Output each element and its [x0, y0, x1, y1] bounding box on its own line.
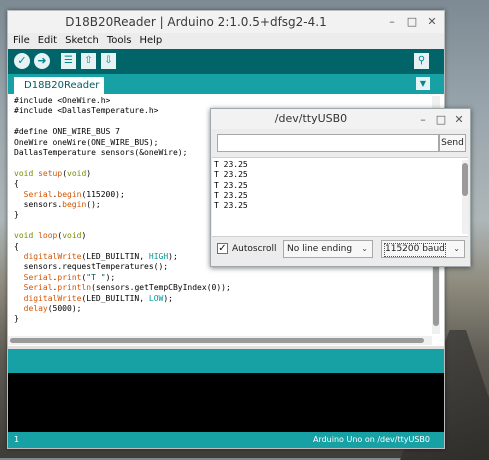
serial-output-scrollbar[interactable]: [462, 160, 468, 234]
menu-bar: File Edit Sketch Tools Help: [8, 33, 444, 49]
menu-edit[interactable]: Edit: [35, 33, 60, 49]
serial-monitor-title: /dev/ttyUSB0: [274, 112, 348, 125]
code-line[interactable]: digitalWrite(LED_BUILTIN, LOW);: [14, 294, 231, 304]
code-line[interactable]: }: [14, 210, 231, 220]
serial-output: T 23.25 T 23.25 T 23.25 T 23.25 T 23.25: [212, 157, 468, 237]
menu-help[interactable]: Help: [136, 33, 165, 49]
menu-sketch[interactable]: Sketch: [62, 33, 102, 49]
code-line[interactable]: sensors.begin();: [14, 200, 231, 210]
code-line[interactable]: sensors.requestTemperatures();: [14, 262, 231, 272]
close-icon[interactable]: ✕: [424, 14, 440, 30]
magnifier-icon: ⚲: [417, 55, 426, 66]
ide-titlebar[interactable]: D18B20Reader | Arduino 2:1.0.5+dfsg2-4.1…: [8, 11, 444, 33]
focus-outline: [384, 243, 446, 257]
code-line[interactable]: #define ONE_WIRE_BUS 7: [14, 127, 231, 137]
code-line[interactable]: digitalWrite(LED_BUILTIN, HIGH);: [14, 252, 231, 262]
chevron-down-icon: ⌄: [453, 244, 460, 253]
code-line[interactable]: [14, 221, 231, 231]
chevron-down-icon: ⌄: [361, 244, 368, 253]
serial-output-line: T 23.25: [214, 190, 248, 200]
status-bar: 1 Arduino Uno on /dev/ttyUSB0: [8, 432, 444, 448]
editor-horizontal-scrollbar[interactable]: [8, 336, 432, 345]
code-line[interactable]: [14, 117, 231, 127]
open-icon: ⇧: [84, 55, 93, 66]
tab-sketch[interactable]: D18B20Reader: [14, 77, 104, 94]
code-line[interactable]: #include <DallasTemperature.h>: [14, 106, 231, 116]
code-line[interactable]: #include <OneWire.h>: [14, 96, 231, 106]
autoscroll-label[interactable]: Autoscroll: [232, 244, 277, 254]
save-icon: ⇩: [104, 55, 113, 66]
tab-menu-button[interactable]: ▼: [416, 77, 430, 90]
ide-window-title: D18B20Reader | Arduino 2:1.0.5+dfsg2-4.1: [65, 15, 327, 29]
code-line[interactable]: }: [14, 314, 231, 324]
minimize-icon[interactable]: –: [415, 112, 431, 128]
line-ending-select[interactable]: No line ending ⌄: [283, 240, 373, 258]
code-line[interactable]: {: [14, 242, 231, 252]
serial-output-line: T 23.25: [214, 201, 248, 211]
verify-button[interactable]: ✓: [14, 53, 30, 69]
send-button[interactable]: Send: [439, 134, 466, 152]
serial-monitor-titlebar[interactable]: /dev/ttyUSB0 – □ ✕: [211, 109, 470, 129]
toolbar: ✓ ➜ ☰ ⇧ ⇩ ⚲: [8, 49, 444, 74]
code-text[interactable]: #include <OneWire.h> #include <DallasTemp…: [14, 96, 231, 325]
maximize-icon[interactable]: □: [404, 14, 420, 30]
minimize-icon[interactable]: –: [384, 14, 400, 30]
serial-monitor-window: /dev/ttyUSB0 – □ ✕ Send T 23.25 T 23.25 T …: [210, 108, 471, 267]
open-button[interactable]: ⇧: [81, 53, 96, 69]
save-button[interactable]: ⇩: [101, 53, 116, 69]
check-icon: ✓: [17, 54, 27, 67]
code-line[interactable]: DallasTemperature sensors(&oneWire);: [14, 148, 231, 158]
serial-output-line: T 23.25: [214, 180, 248, 190]
scrollbar-thumb[interactable]: [10, 338, 424, 343]
serial-output-line: T 23.25: [214, 160, 248, 169]
message-area: [8, 349, 444, 373]
line-ending-value: No line ending: [287, 244, 353, 254]
code-line[interactable]: Serial.print("T ");: [14, 273, 231, 283]
code-line[interactable]: Serial.begin(115200);: [14, 190, 231, 200]
serial-monitor-controls: ✓ Autoscroll No line ending ⌄ 115200 bau…: [211, 238, 470, 262]
serial-output-text: T 23.25 T 23.25 T 23.25 T 23.25 T 23.25: [214, 160, 248, 211]
serial-monitor-button[interactable]: ⚲: [414, 53, 429, 69]
code-line[interactable]: Serial.println(sensors.getTempCByIndex(0…: [14, 283, 231, 293]
autoscroll-checkbox[interactable]: ✓: [217, 243, 228, 254]
tab-bar: D18B20Reader ▼: [8, 74, 444, 94]
arrow-right-icon: ➜: [37, 54, 47, 67]
code-line[interactable]: void setup(void): [14, 169, 231, 179]
triangle-down-icon: ▼: [419, 79, 427, 88]
line-number: 1: [14, 435, 20, 444]
board-port-status: Arduino Uno on /dev/ttyUSB0: [312, 435, 430, 444]
new-button[interactable]: ☰: [61, 53, 76, 69]
close-icon[interactable]: ✕: [451, 112, 467, 128]
menu-file[interactable]: File: [10, 33, 33, 49]
code-line[interactable]: [14, 158, 231, 168]
menu-tools[interactable]: Tools: [104, 33, 135, 49]
code-line[interactable]: {: [14, 179, 231, 189]
code-line[interactable]: OneWire oneWire(ONE_WIRE_BUS);: [14, 138, 231, 148]
scrollbar-thumb[interactable]: [462, 163, 468, 196]
code-line[interactable]: delay(5000);: [14, 304, 231, 314]
serial-input[interactable]: [217, 134, 439, 152]
upload-button[interactable]: ➜: [34, 53, 50, 69]
serial-output-line: T 23.25: [214, 170, 248, 180]
new-file-icon: ☰: [64, 55, 73, 66]
code-line[interactable]: void loop(void): [14, 231, 231, 241]
maximize-icon[interactable]: □: [433, 112, 449, 128]
console-output: [8, 373, 444, 432]
baud-rate-select[interactable]: 115200 baud ⌄: [381, 240, 465, 258]
